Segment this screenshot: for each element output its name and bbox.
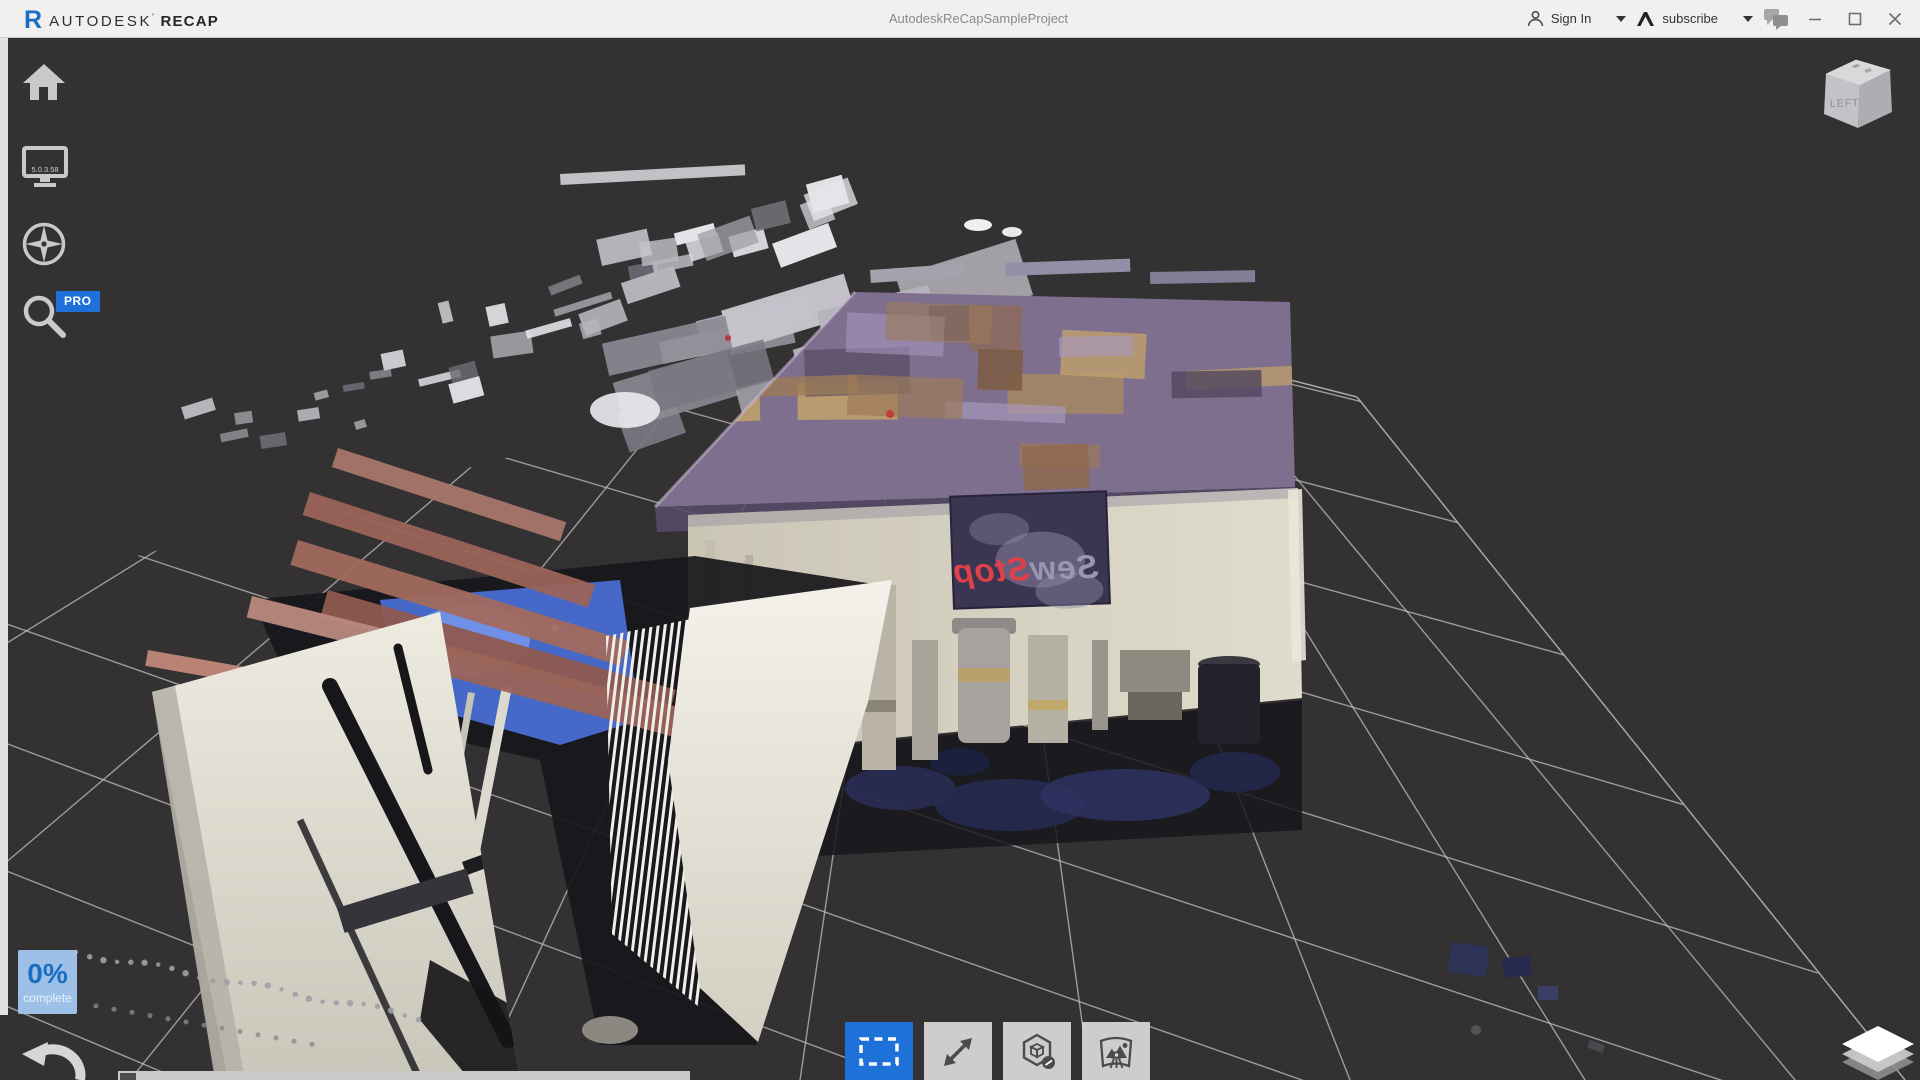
bottom-scrollbar-handle[interactable] bbox=[120, 1073, 136, 1080]
recap-r-logo-icon: R bbox=[24, 8, 42, 33]
sewstop-sign: SewStop bbox=[950, 491, 1110, 612]
view-stack-button[interactable] bbox=[1838, 1022, 1918, 1080]
diagonal-arrow-icon bbox=[938, 1032, 978, 1072]
subscribe-button[interactable]: subscribe bbox=[1636, 10, 1753, 27]
undo-back-button[interactable] bbox=[14, 1036, 96, 1080]
house-icon bbox=[20, 58, 68, 106]
progress-percent: 0% bbox=[27, 960, 67, 988]
pro-badge: PRO bbox=[56, 291, 100, 312]
sign-in-dropdown-caret[interactable] bbox=[1616, 16, 1626, 22]
tool-measure-distance[interactable] bbox=[924, 1022, 992, 1080]
compass-icon bbox=[20, 220, 68, 268]
sign-text: SewStop bbox=[952, 548, 1100, 590]
brand-recap: RECAP bbox=[160, 13, 219, 30]
brand-autodesk: AUTODESK' bbox=[49, 12, 156, 30]
viewcube[interactable]: LEFT bbox=[1812, 50, 1908, 147]
progress-label: complete bbox=[23, 991, 72, 1005]
progress-indicator[interactable]: 0% complete bbox=[18, 950, 77, 1014]
left-panel-edge bbox=[0, 37, 8, 1015]
point-cloud-viewport[interactable]: SewStop bbox=[0, 0, 1920, 1080]
back-arrow-icon bbox=[14, 1036, 96, 1080]
titlebar: R AUTODESK' RECAP AutodeskReCapSamplePro… bbox=[0, 0, 1920, 38]
version-label: 5.0.3.58 bbox=[31, 165, 58, 174]
layers-icon bbox=[1838, 1022, 1918, 1080]
camera-tripod-icon bbox=[1095, 1032, 1137, 1074]
viewcube-face-label: LEFT bbox=[1830, 97, 1860, 110]
speech-bubbles-icon bbox=[1763, 8, 1790, 30]
close-icon bbox=[1887, 11, 1903, 27]
monitor-icon: 5.0.3.58 bbox=[20, 144, 70, 192]
maximize-icon bbox=[1847, 11, 1863, 27]
sidebar-item-project-display[interactable]: 5.0.3.58 bbox=[20, 144, 72, 196]
project-title: AutodeskReCapSampleProject bbox=[430, 11, 1527, 26]
minimize-button[interactable] bbox=[1800, 1, 1830, 37]
dashed-rectangle-icon bbox=[857, 1032, 901, 1072]
view-toolbar bbox=[845, 1022, 1150, 1080]
sidebar-item-navigation[interactable] bbox=[20, 220, 72, 272]
sign-in-button[interactable]: Sign In bbox=[1527, 10, 1626, 27]
cube-badge-icon bbox=[1017, 1032, 1057, 1072]
sidebar-item-home[interactable] bbox=[20, 58, 72, 110]
feedback-chat-button[interactable] bbox=[1763, 8, 1790, 30]
person-outline-icon bbox=[1527, 10, 1544, 27]
subscribe-dropdown-caret[interactable] bbox=[1743, 16, 1753, 22]
recap-application-window: SewStop bbox=[0, 0, 1920, 1080]
tool-window-selection[interactable] bbox=[845, 1022, 913, 1080]
app-logo: R AUTODESK' RECAP bbox=[0, 6, 430, 31]
bottom-scrollbar[interactable] bbox=[118, 1071, 690, 1080]
tool-limit-box[interactable] bbox=[1003, 1022, 1071, 1080]
autodesk-a-icon bbox=[1636, 10, 1655, 27]
close-button[interactable] bbox=[1880, 1, 1910, 37]
maximize-button[interactable] bbox=[1840, 1, 1870, 37]
tool-scan-locations[interactable] bbox=[1082, 1022, 1150, 1080]
minimize-icon bbox=[1807, 11, 1823, 27]
